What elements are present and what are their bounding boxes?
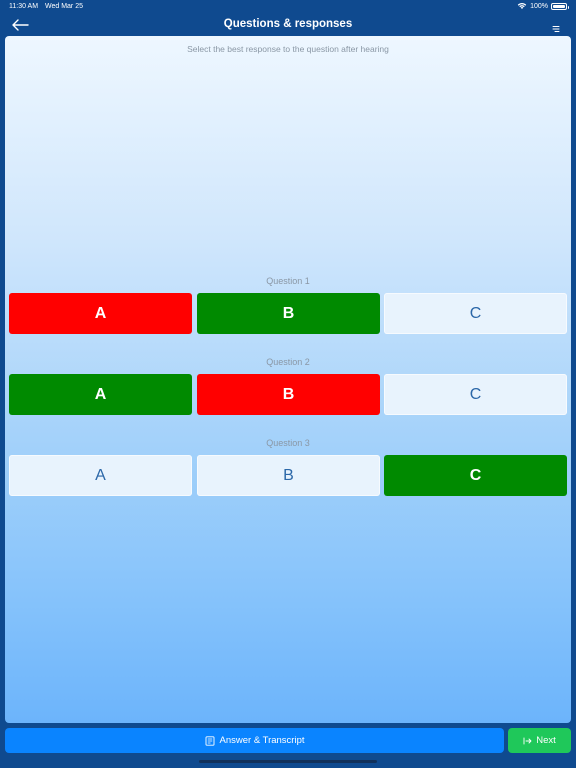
question-label: Question 2 <box>266 357 310 367</box>
question-2-option-a[interactable]: A <box>9 374 192 415</box>
question-3-option-b[interactable]: B <box>197 455 380 496</box>
question-3-option-a[interactable]: A <box>9 455 192 496</box>
question-2-option-c[interactable]: C <box>384 374 567 415</box>
status-bar: 11:30 AM Wed Mar 25 100% <box>0 0 576 14</box>
question-1-option-b[interactable]: B <box>197 293 380 334</box>
next-button[interactable]: Next <box>508 728 571 753</box>
answer-row-3: A B C <box>9 455 567 496</box>
answer-row-1: A B C <box>9 293 567 334</box>
document-icon <box>205 735 214 746</box>
question-2-option-b[interactable]: B <box>197 374 380 415</box>
question-3-option-c[interactable]: C <box>384 455 567 496</box>
question-label: Question 1 <box>266 276 310 286</box>
status-date: Wed Mar 25 <box>45 3 83 10</box>
nav-bar: Questions & responses <box>0 14 576 36</box>
question-1-option-c[interactable]: C <box>384 293 567 334</box>
home-indicator <box>199 760 377 763</box>
question-1-option-a[interactable]: A <box>9 293 192 334</box>
menu-icon <box>552 26 560 32</box>
content-panel: Select the best response to the question… <box>5 36 571 723</box>
menu-button[interactable] <box>552 20 562 32</box>
app-screen: 11:30 AM Wed Mar 25 100% Questions & res… <box>0 0 576 768</box>
battery-percent: 100% <box>530 2 548 10</box>
question-label: Question 3 <box>266 438 310 448</box>
answer-row-2: A B C <box>9 374 567 415</box>
answer-transcript-label: Answer & Transcript <box>219 735 305 746</box>
status-indicators: 100% <box>517 2 569 10</box>
wifi-icon <box>517 3 527 9</box>
battery-icon <box>551 2 569 10</box>
next-icon <box>523 737 532 744</box>
page-title: Questions & responses <box>223 18 353 30</box>
next-label: Next <box>536 735 556 746</box>
instruction-text: Select the best response to the question… <box>187 44 389 54</box>
status-time: 11:30 AM <box>9 3 39 10</box>
answer-transcript-button[interactable]: Answer & Transcript <box>5 728 504 753</box>
